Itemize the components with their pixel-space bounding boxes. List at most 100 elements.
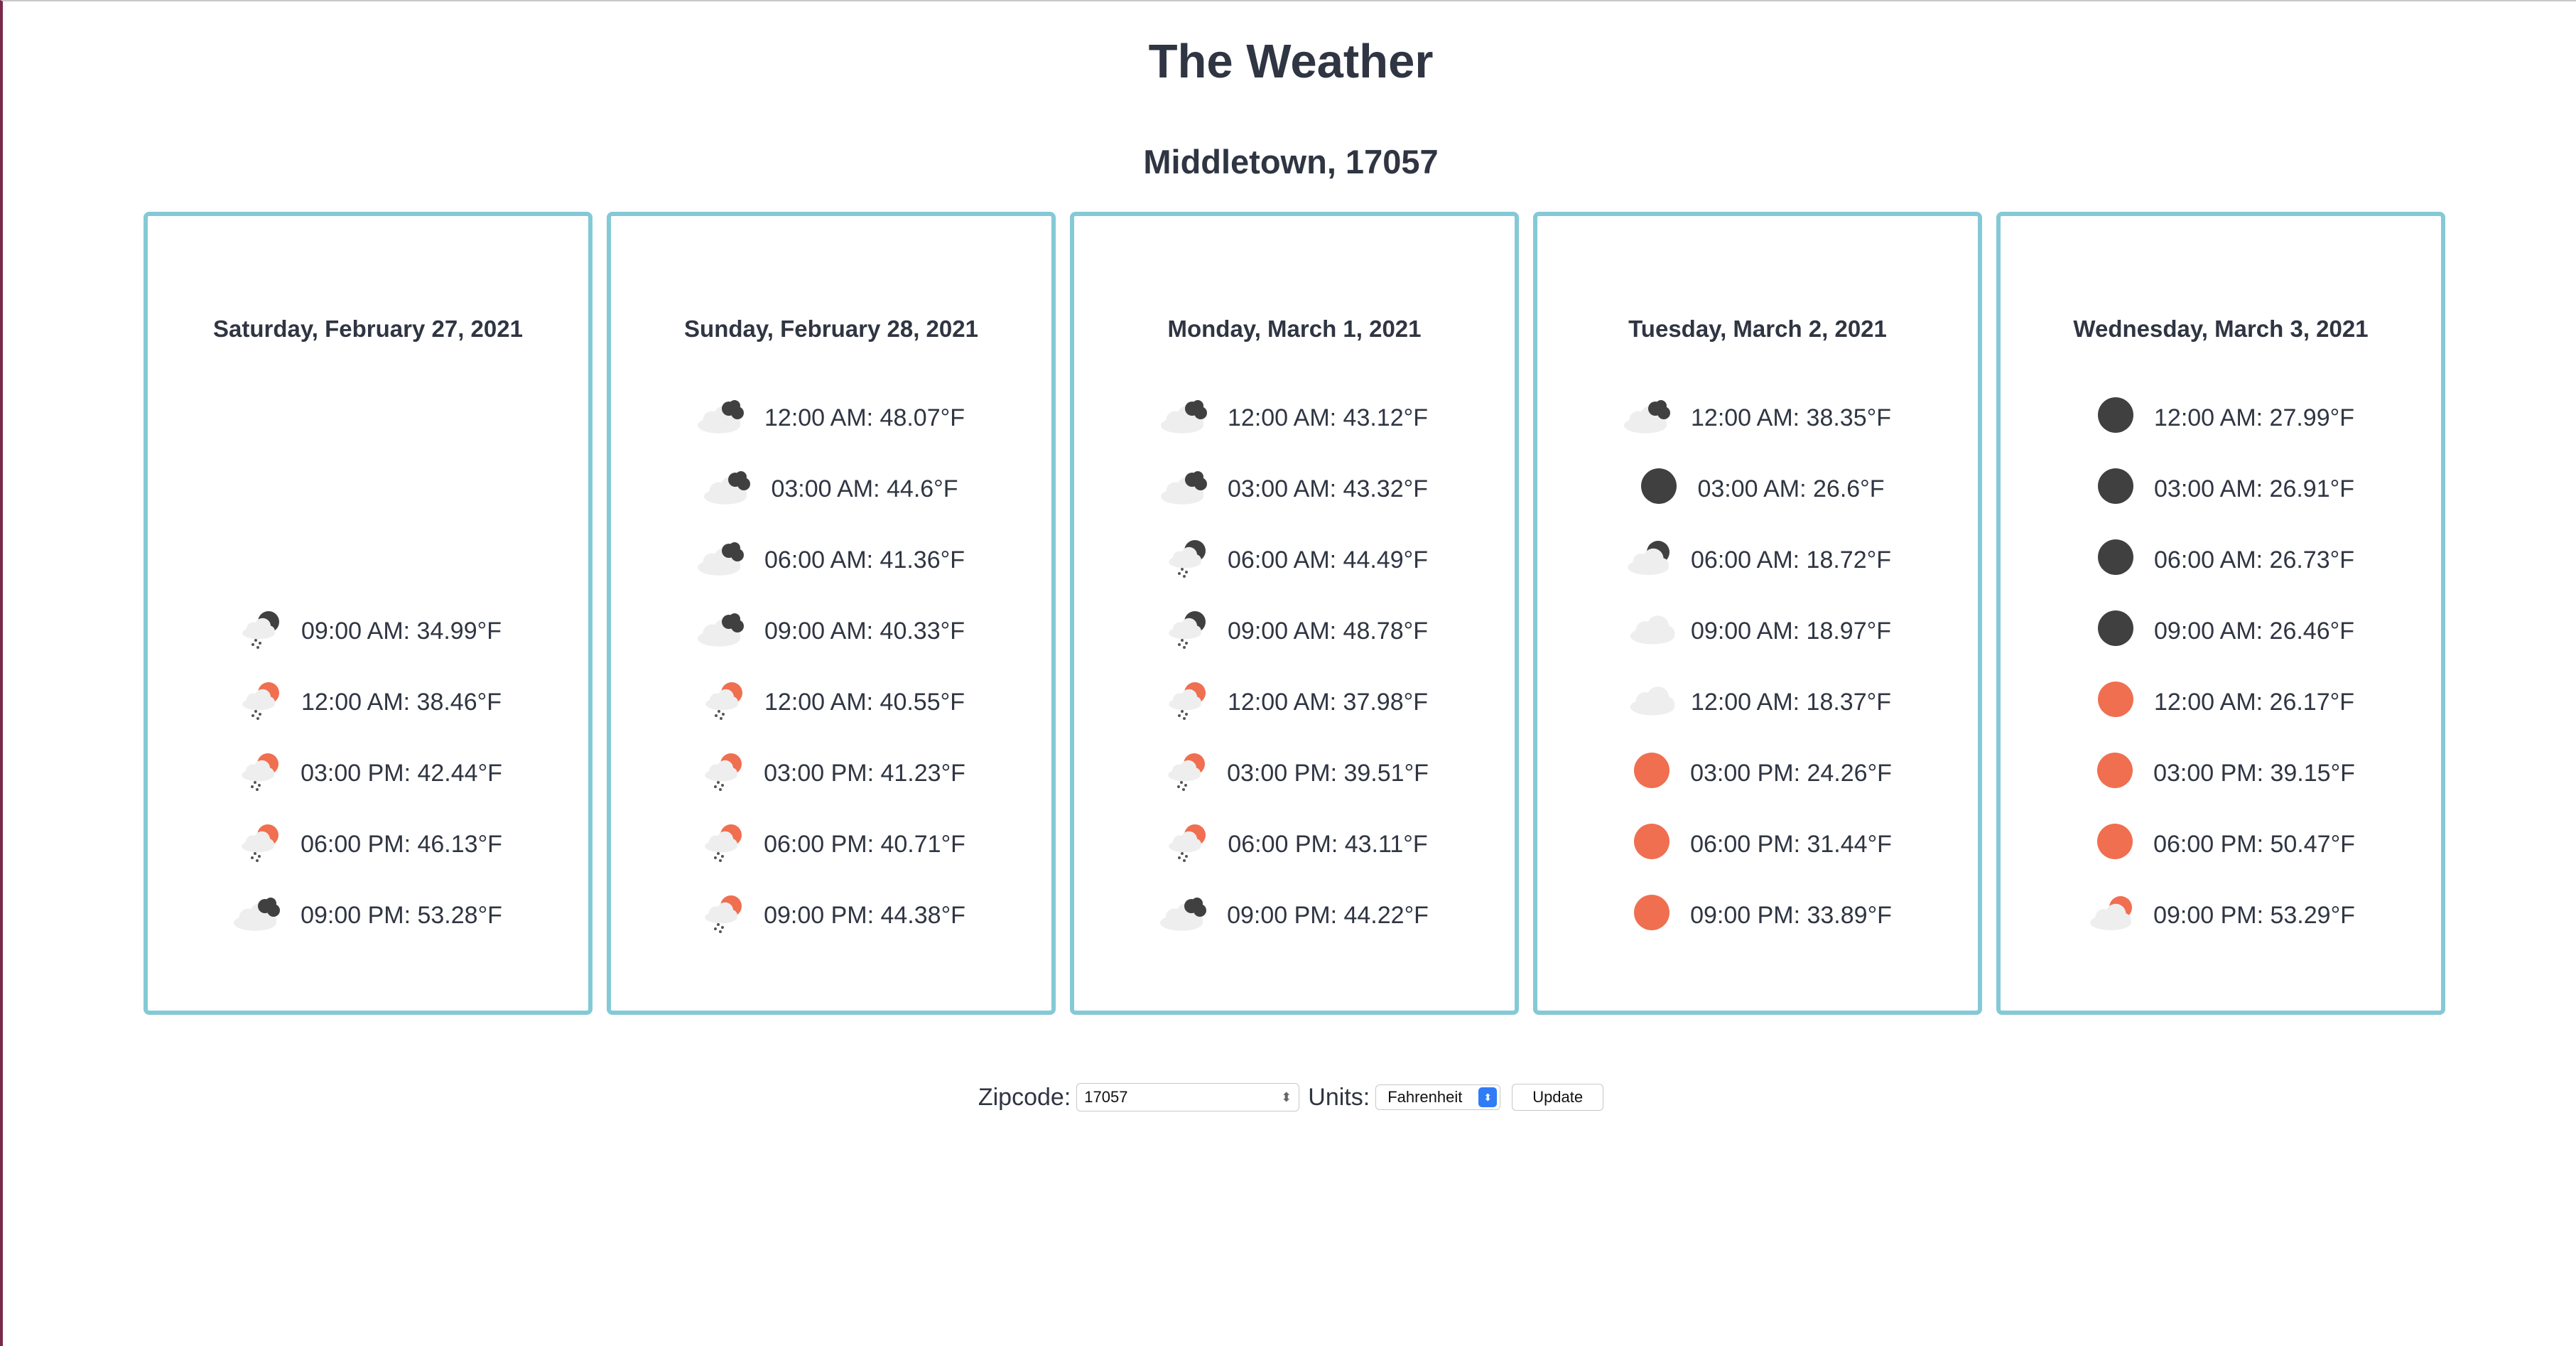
day-rain-icon: [1160, 745, 1217, 802]
cloud-icon: [1624, 603, 1681, 659]
forecast-text: 06:00 AM: 26.73°F: [2154, 546, 2354, 574]
forecast-text: 03:00 PM: 39.15°F: [2153, 759, 2355, 787]
forecast-row: 09:00 PM: 53.29°F: [2001, 890, 2441, 940]
forecast-row: 09:00 AM: 18.97°F: [1537, 606, 1978, 656]
units-label: Units:: [1308, 1083, 1370, 1111]
forecast-row: 03:00 AM: 26.6°F: [1537, 464, 1978, 514]
forecast-row: 06:00 AM: 44.49°F: [1074, 535, 1515, 585]
forecast-text: 06:00 AM: 18.72°F: [1691, 546, 1891, 574]
forecast-row: 12:00 AM: 43.12°F: [1074, 393, 1515, 443]
forecast-row: 06:00 PM: 40.71°F: [611, 819, 1051, 869]
forecast-row: 03:00 PM: 39.51°F: [1074, 748, 1515, 798]
forecast-text: 06:00 PM: 50.47°F: [2153, 830, 2355, 858]
night-cloudy-icon: [704, 461, 761, 517]
forecast-row: 12:00 AM: 27.99°F: [2001, 393, 2441, 443]
forecast-row: 06:00 AM: 26.73°F: [2001, 535, 2441, 585]
forecast-text: 03:00 AM: 26.6°F: [1697, 475, 1885, 502]
forecast-text: 06:00 AM: 41.36°F: [764, 546, 965, 574]
forecast-row: 03:00 AM: 26.91°F: [2001, 464, 2441, 514]
forecast-row: 06:00 PM: 31.44°F: [1537, 819, 1978, 869]
forecast-card: Tuesday, March 2, 2021 12:00 AM: 38.35°F 0…: [1533, 212, 1982, 1015]
forecast-text: 03:00 PM: 41.23°F: [764, 759, 965, 787]
sun-icon: [2087, 745, 2143, 802]
card-date: Sunday, February 28, 2021: [684, 316, 978, 342]
zipcode-input[interactable]: 17057 ⬍: [1076, 1083, 1300, 1111]
night-cloudy-icon: [698, 532, 754, 588]
forecast-text: 12:00 AM: 27.99°F: [2154, 404, 2354, 431]
day-rain-icon: [1161, 674, 1218, 731]
night-rain-icon: [234, 603, 291, 659]
units-select[interactable]: Fahrenheit ⬍: [1375, 1084, 1501, 1110]
forecast-text: 09:00 PM: 44.38°F: [764, 901, 965, 929]
night-rain-icon: [1161, 532, 1218, 588]
moon-icon: [2087, 532, 2144, 588]
forecast-row: 09:00 PM: 33.89°F: [1537, 890, 1978, 940]
moon-icon: [2087, 390, 2144, 446]
forecast-text: 09:00 PM: 44.22°F: [1227, 901, 1429, 929]
forecast-row: 03:00 PM: 42.44°F: [148, 748, 588, 798]
night-cloudy-icon: [1160, 888, 1217, 944]
forecast-text: 12:00 AM: 48.07°F: [764, 404, 965, 431]
forecast-row: 03:00 AM: 43.32°F: [1074, 464, 1515, 514]
forecast-text: 03:00 AM: 26.91°F: [2154, 475, 2354, 502]
forecast-row: 12:00 AM: 37.98°F: [1074, 677, 1515, 727]
forecast-text: 03:00 PM: 39.51°F: [1227, 759, 1429, 787]
forecast-text: 09:00 AM: 40.33°F: [764, 617, 965, 645]
forecast-text: 06:00 PM: 40.71°F: [764, 830, 965, 858]
forecast-text: 06:00 PM: 31.44°F: [1690, 830, 1892, 858]
forecast-row: 12:00 AM: 26.17°F: [2001, 677, 2441, 727]
forecast-text: 09:00 PM: 33.89°F: [1690, 901, 1892, 929]
day-partly-icon: [2087, 888, 2143, 944]
forecast-card: Saturday, February 27, 2021 09:00 AM: 34.…: [144, 212, 592, 1015]
page-title: The Weather: [1148, 35, 1434, 88]
controls-bar: Zipcode: 17057 ⬍ Units: Fahrenheit ⬍ Upd…: [3, 1083, 2576, 1111]
forecast-text: 06:00 PM: 46.13°F: [301, 830, 502, 858]
forecast-row: 03:00 PM: 39.15°F: [2001, 748, 2441, 798]
forecast-row: 03:00 PM: 41.23°F: [611, 748, 1051, 798]
forecast-row: 06:00 PM: 50.47°F: [2001, 819, 2441, 869]
forecast-row: 06:00 AM: 41.36°F: [611, 535, 1051, 585]
forecast-text: 09:00 AM: 48.78°F: [1228, 617, 1428, 645]
forecast-cards: Saturday, February 27, 2021 09:00 AM: 34.…: [144, 212, 2445, 1015]
day-rain-icon: [697, 888, 754, 944]
forecast-text: 06:00 PM: 43.11°F: [1228, 830, 1428, 858]
select-arrows-icon[interactable]: ⬍: [1478, 1087, 1498, 1107]
forecast-text: 12:00 AM: 37.98°F: [1228, 688, 1428, 716]
forecast-row: 06:00 PM: 46.13°F: [148, 819, 588, 869]
zipcode-label: Zipcode:: [978, 1083, 1071, 1111]
units-value[interactable]: Fahrenheit: [1387, 1088, 1462, 1107]
day-rain-icon: [697, 817, 754, 873]
forecast-text: 09:00 PM: 53.28°F: [301, 901, 502, 929]
forecast-row: 06:00 PM: 43.11°F: [1074, 819, 1515, 869]
night-cloudy-icon: [698, 603, 754, 659]
forecast-text: 12:00 AM: 18.37°F: [1691, 688, 1891, 716]
sun-icon: [2087, 817, 2143, 873]
forecast-row: 09:00 PM: 44.22°F: [1074, 890, 1515, 940]
forecast-text: 12:00 AM: 40.55°F: [764, 688, 965, 716]
forecast-row: 12:00 AM: 38.35°F: [1537, 393, 1978, 443]
forecast-row: 03:00 AM: 44.6°F: [611, 464, 1051, 514]
forecast-text: 09:00 AM: 18.97°F: [1691, 617, 1891, 645]
forecast-card: Wednesday, March 3, 2021 12:00 AM: 27.99°…: [1996, 212, 2445, 1015]
night-cloudy-icon: [698, 390, 754, 446]
forecast-row: 09:00 PM: 53.28°F: [148, 890, 588, 940]
day-rain-icon: [234, 674, 291, 731]
forecast-row: 09:00 PM: 44.38°F: [611, 890, 1051, 940]
sun-icon: [1623, 817, 1680, 873]
stepper-icon[interactable]: ⬍: [1281, 1091, 1292, 1104]
forecast-row: 09:00 AM: 40.33°F: [611, 606, 1051, 656]
moon-icon: [2087, 461, 2144, 517]
location-heading: Middletown, 17057: [1143, 143, 1439, 181]
forecast-text: 03:00 PM: 42.44°F: [301, 759, 502, 787]
moon-icon: [2087, 603, 2144, 659]
forecast-text: 06:00 AM: 44.49°F: [1228, 546, 1428, 574]
forecast-text: 12:00 AM: 38.35°F: [1691, 404, 1891, 431]
forecast-text: 09:00 AM: 34.99°F: [301, 617, 502, 645]
update-button[interactable]: Update: [1512, 1084, 1604, 1111]
zipcode-value[interactable]: 17057: [1084, 1088, 1127, 1107]
day-rain-icon: [1161, 817, 1218, 873]
moon-icon: [1630, 461, 1687, 517]
card-date: Saturday, February 27, 2021: [213, 316, 523, 342]
sun-icon: [1623, 888, 1680, 944]
forecast-text: 12:00 AM: 38.46°F: [301, 688, 502, 716]
